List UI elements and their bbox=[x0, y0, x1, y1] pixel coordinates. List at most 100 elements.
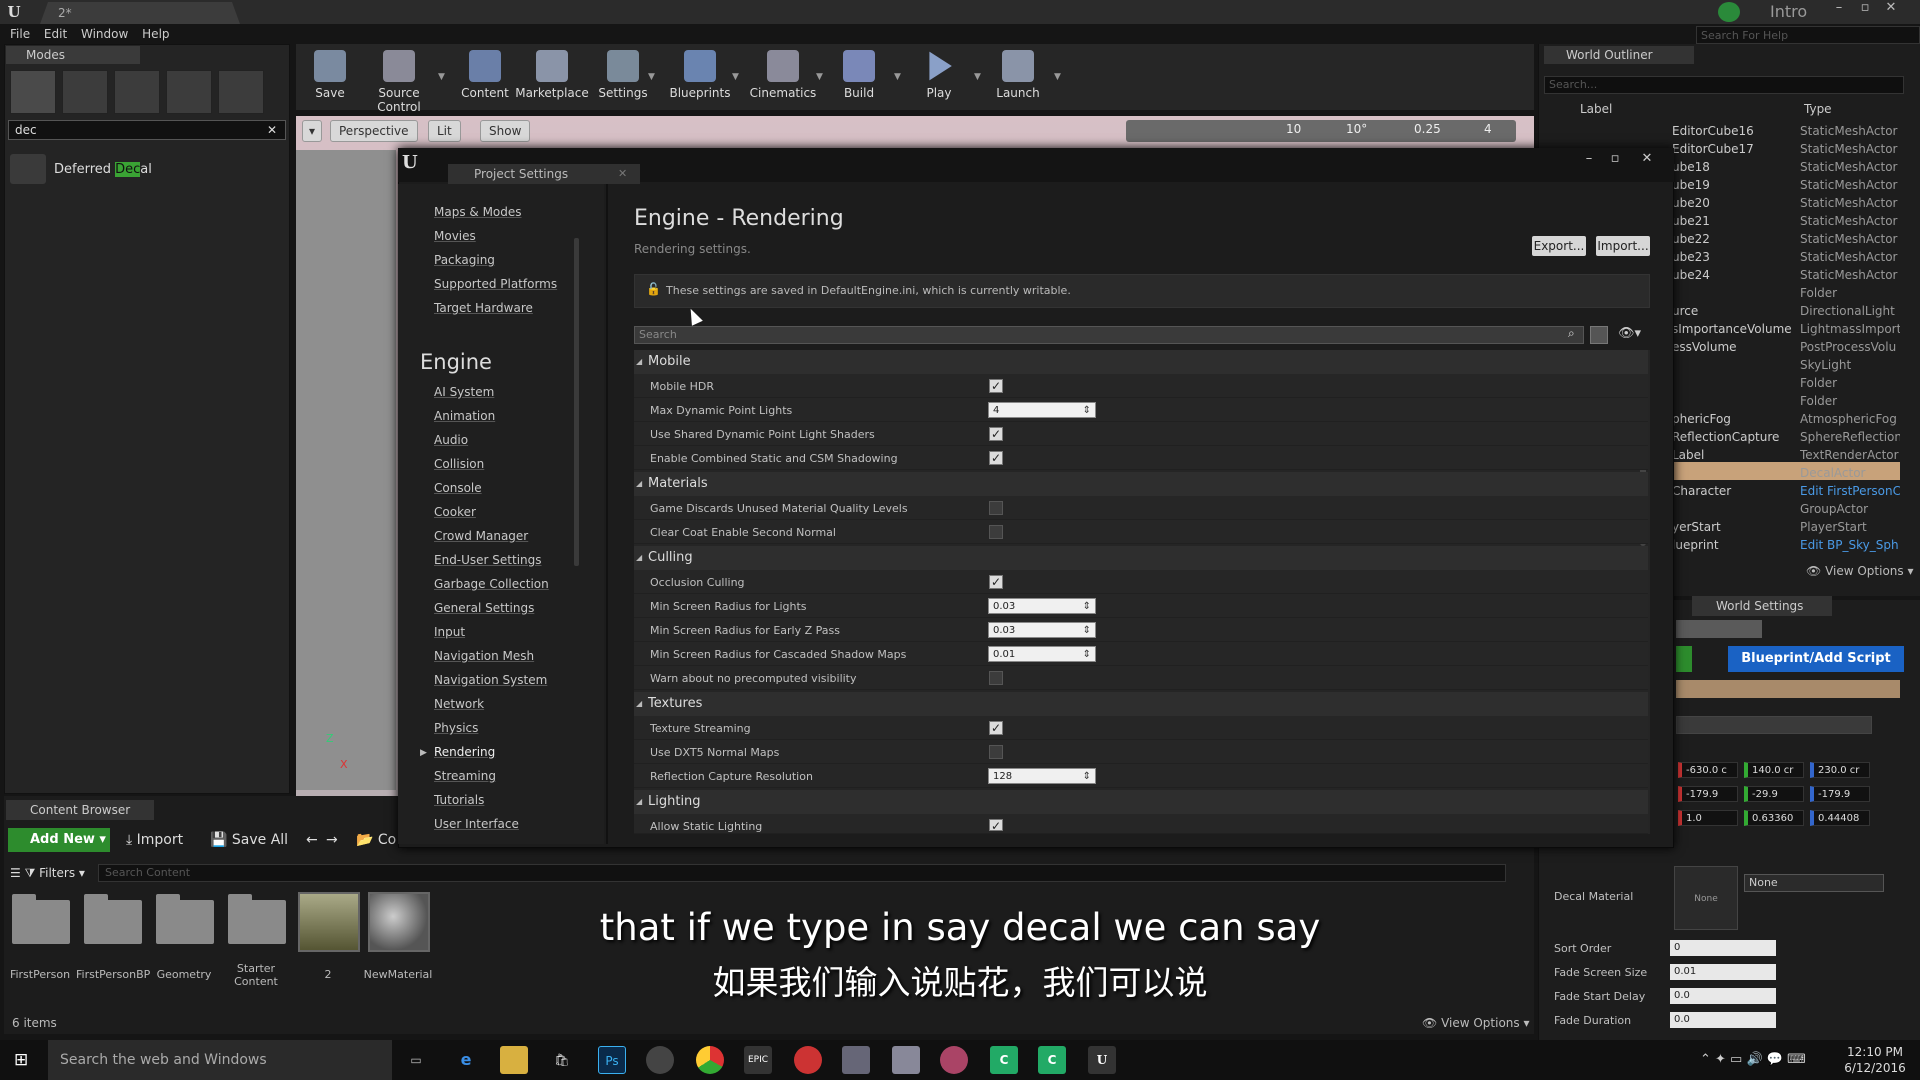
nav-item-garbage-collection[interactable]: Garbage Collection bbox=[434, 577, 549, 591]
nav-item-end-user-settings[interactable]: End-User Settings bbox=[434, 553, 542, 567]
outliner-search-input[interactable]: Search... bbox=[1544, 76, 1904, 94]
category-textures[interactable]: Textures bbox=[634, 692, 1648, 716]
scale-z[interactable]: 0.44408 bbox=[1810, 810, 1870, 826]
place-mode-icon[interactable] bbox=[10, 70, 56, 114]
save-all-button[interactable]: 💾 Save All bbox=[210, 828, 288, 852]
itunes-icon[interactable] bbox=[794, 1046, 822, 1074]
scale-snap-value[interactable]: 0.25 bbox=[1414, 122, 1441, 136]
menu-help[interactable]: Help bbox=[142, 24, 169, 44]
filters-button[interactable]: ☰ ⧩ Filters ▾ bbox=[10, 862, 85, 886]
category-lighting[interactable]: Lighting bbox=[634, 790, 1648, 814]
menu-edit[interactable]: Edit bbox=[44, 24, 67, 44]
nav-item-rendering[interactable]: Rendering bbox=[434, 745, 495, 759]
import-button[interactable]: ⤓ Import bbox=[126, 828, 183, 852]
world-outliner-tab[interactable]: World Outliner bbox=[1544, 46, 1694, 64]
project-settings-tab[interactable]: Project Settings bbox=[448, 164, 640, 184]
menu-window[interactable]: Window bbox=[81, 24, 128, 44]
landscape-mode-icon[interactable] bbox=[114, 70, 160, 114]
csm-shadowing-checkbox[interactable]: ✓ bbox=[989, 451, 1003, 465]
texture-streaming-checkbox[interactable]: ✓ bbox=[989, 721, 1003, 735]
app-icon[interactable] bbox=[842, 1046, 870, 1074]
help-search-input[interactable]: Search For Help bbox=[1696, 26, 1920, 44]
app-icon[interactable] bbox=[646, 1046, 674, 1074]
camera-speed-value[interactable]: 4 bbox=[1484, 122, 1492, 136]
launch-dropdown-icon[interactable]: ▼ bbox=[1054, 72, 1061, 82]
nav-item-physics[interactable]: Physics bbox=[434, 721, 478, 735]
edge-icon[interactable]: e bbox=[452, 1046, 480, 1074]
camtasia-icon[interactable]: C bbox=[990, 1046, 1018, 1074]
settings-button[interactable]: Settings bbox=[594, 48, 652, 108]
nav-item-navigation-mesh[interactable]: Navigation Mesh bbox=[434, 649, 534, 663]
chrome-icon[interactable] bbox=[696, 1046, 724, 1074]
world-settings-tab[interactable]: World Settings bbox=[1692, 596, 1832, 616]
nav-item-streaming[interactable]: Streaming bbox=[434, 769, 496, 783]
warn-visibility-checkbox[interactable] bbox=[989, 671, 1003, 685]
minimize-icon[interactable]: – bbox=[1828, 0, 1850, 18]
path-folder-icon[interactable]: 📂 Co bbox=[356, 828, 396, 852]
clear-coat-checkbox[interactable] bbox=[989, 525, 1003, 539]
location-z[interactable]: 230.0 cr bbox=[1810, 762, 1870, 778]
close-icon[interactable]: ✕ bbox=[1636, 152, 1658, 168]
photoshop-icon[interactable]: Ps bbox=[598, 1046, 626, 1074]
category-culling[interactable]: Culling bbox=[634, 546, 1648, 570]
show-button[interactable]: Show bbox=[480, 120, 531, 142]
scale-x[interactable]: 1.0 bbox=[1678, 810, 1738, 826]
app-icon[interactable] bbox=[892, 1046, 920, 1074]
lit-button[interactable]: Lit bbox=[428, 120, 461, 142]
settings-dropdown-icon[interactable]: ▼ bbox=[648, 72, 655, 82]
save-button[interactable]: Save bbox=[302, 48, 358, 108]
maximize-icon[interactable]: ▫ bbox=[1604, 152, 1626, 168]
nav-item-navigation-system[interactable]: Navigation System bbox=[434, 673, 547, 687]
rotation-y[interactable]: -29.9 bbox=[1744, 786, 1804, 802]
nav-item-packaging[interactable]: Packaging bbox=[434, 253, 495, 267]
reflection-resolution-field[interactable]: 128 bbox=[988, 768, 1096, 785]
category-mobile[interactable]: Mobile bbox=[634, 350, 1648, 374]
viewport-options-icon[interactable]: ▾ bbox=[302, 120, 322, 142]
nav-item-collision[interactable]: Collision bbox=[434, 457, 484, 471]
camtasia-recorder-icon[interactable]: C bbox=[1038, 1046, 1066, 1074]
close-tab-icon[interactable]: ✕ bbox=[618, 164, 627, 184]
nav-item-maps-modes[interactable]: Maps & Modes bbox=[434, 205, 522, 219]
history-back-icon[interactable]: ← bbox=[306, 828, 318, 852]
outliner-row-type[interactable]: Edit FirstPersonC bbox=[1800, 484, 1900, 498]
occlusion-culling-checkbox[interactable]: ✓ bbox=[989, 575, 1003, 589]
eye-icon[interactable]: 👁▾ bbox=[1618, 326, 1641, 341]
modes-tab[interactable]: Modes bbox=[6, 46, 140, 64]
windows-start-icon[interactable]: ⊞ bbox=[14, 1050, 34, 1070]
nav-item-console[interactable]: Console bbox=[434, 481, 482, 495]
outliner-view-options[interactable]: 👁 View Options ▾ bbox=[1806, 564, 1914, 578]
add-component-button[interactable] bbox=[1676, 646, 1692, 672]
content-button[interactable]: Content bbox=[456, 48, 514, 108]
task-view-icon[interactable]: ▭ bbox=[402, 1046, 430, 1074]
max-dynamic-point-lights-field[interactable]: 4 bbox=[988, 402, 1096, 419]
nav-item-user-interface[interactable]: User Interface bbox=[434, 817, 519, 831]
details-search-input[interactable] bbox=[1676, 716, 1872, 734]
source-control-button[interactable]: Source Control bbox=[356, 48, 442, 114]
grid-snap-value[interactable]: 10 bbox=[1286, 122, 1301, 136]
file-explorer-icon[interactable] bbox=[500, 1046, 528, 1074]
clear-search-icon[interactable]: ✕ bbox=[262, 120, 282, 140]
discard-levels-checkbox[interactable] bbox=[989, 501, 1003, 515]
play-dropdown-icon[interactable]: ▼ bbox=[974, 72, 981, 82]
close-icon[interactable]: ✕ bbox=[1880, 0, 1902, 18]
rotation-z[interactable]: -179.9 bbox=[1810, 786, 1870, 802]
export-button[interactable]: Export... bbox=[1532, 236, 1586, 256]
perspective-button[interactable]: Perspective bbox=[330, 120, 418, 142]
menu-file[interactable]: File bbox=[10, 24, 30, 44]
outliner-type-header[interactable]: Type bbox=[1804, 102, 1832, 116]
static-lighting-checkbox[interactable]: ✓ bbox=[989, 819, 1003, 831]
launch-button[interactable]: Launch bbox=[988, 48, 1048, 108]
mobile-hdr-checkbox[interactable]: ✓ bbox=[989, 379, 1003, 393]
decal-material-dropdown[interactable]: None bbox=[1744, 874, 1884, 892]
shared-shaders-checkbox[interactable]: ✓ bbox=[989, 427, 1003, 441]
component-row[interactable] bbox=[1676, 680, 1900, 698]
play-button[interactable]: Play bbox=[910, 48, 968, 108]
nav-item-target-hardware[interactable]: Target Hardware bbox=[434, 301, 533, 315]
category-materials[interactable]: Materials bbox=[634, 472, 1648, 496]
settings-search-input[interactable]: Search bbox=[634, 326, 1584, 344]
history-forward-icon[interactable]: → bbox=[326, 828, 338, 852]
location-x[interactable]: -630.0 c bbox=[1678, 762, 1738, 778]
blueprints-button[interactable]: Blueprints bbox=[664, 48, 736, 108]
build-dropdown-icon[interactable]: ▼ bbox=[894, 72, 901, 82]
view-list-icon[interactable] bbox=[1590, 326, 1608, 344]
